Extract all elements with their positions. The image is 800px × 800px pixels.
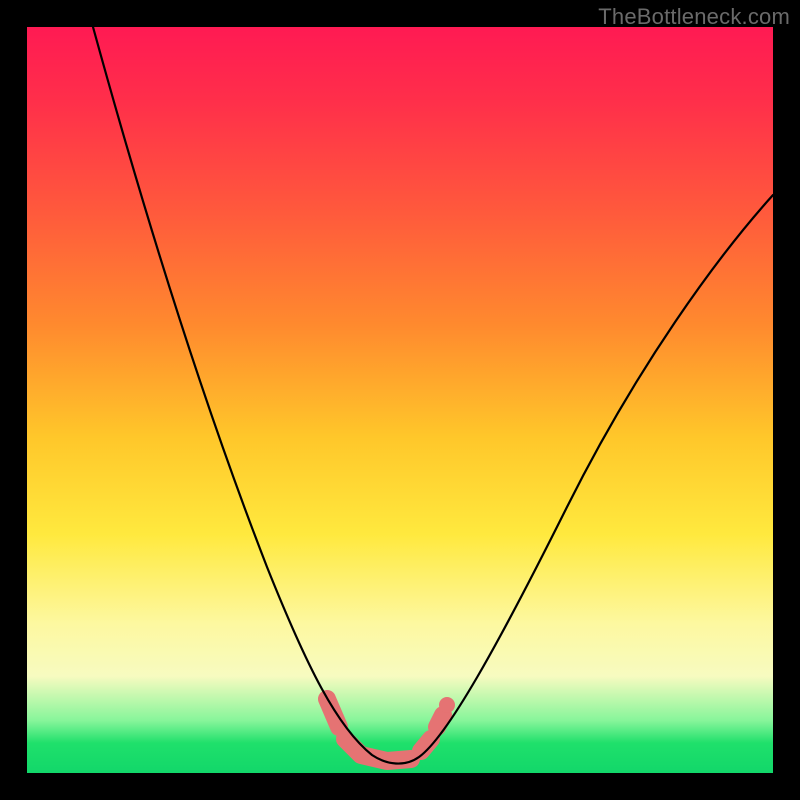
bottleneck-curve bbox=[93, 27, 773, 764]
plot-area bbox=[27, 27, 773, 773]
watermark-text: TheBottleneck.com bbox=[598, 4, 790, 30]
marker-dot bbox=[439, 697, 455, 713]
chart-svg bbox=[27, 27, 773, 773]
chart-frame: TheBottleneck.com bbox=[0, 0, 800, 800]
